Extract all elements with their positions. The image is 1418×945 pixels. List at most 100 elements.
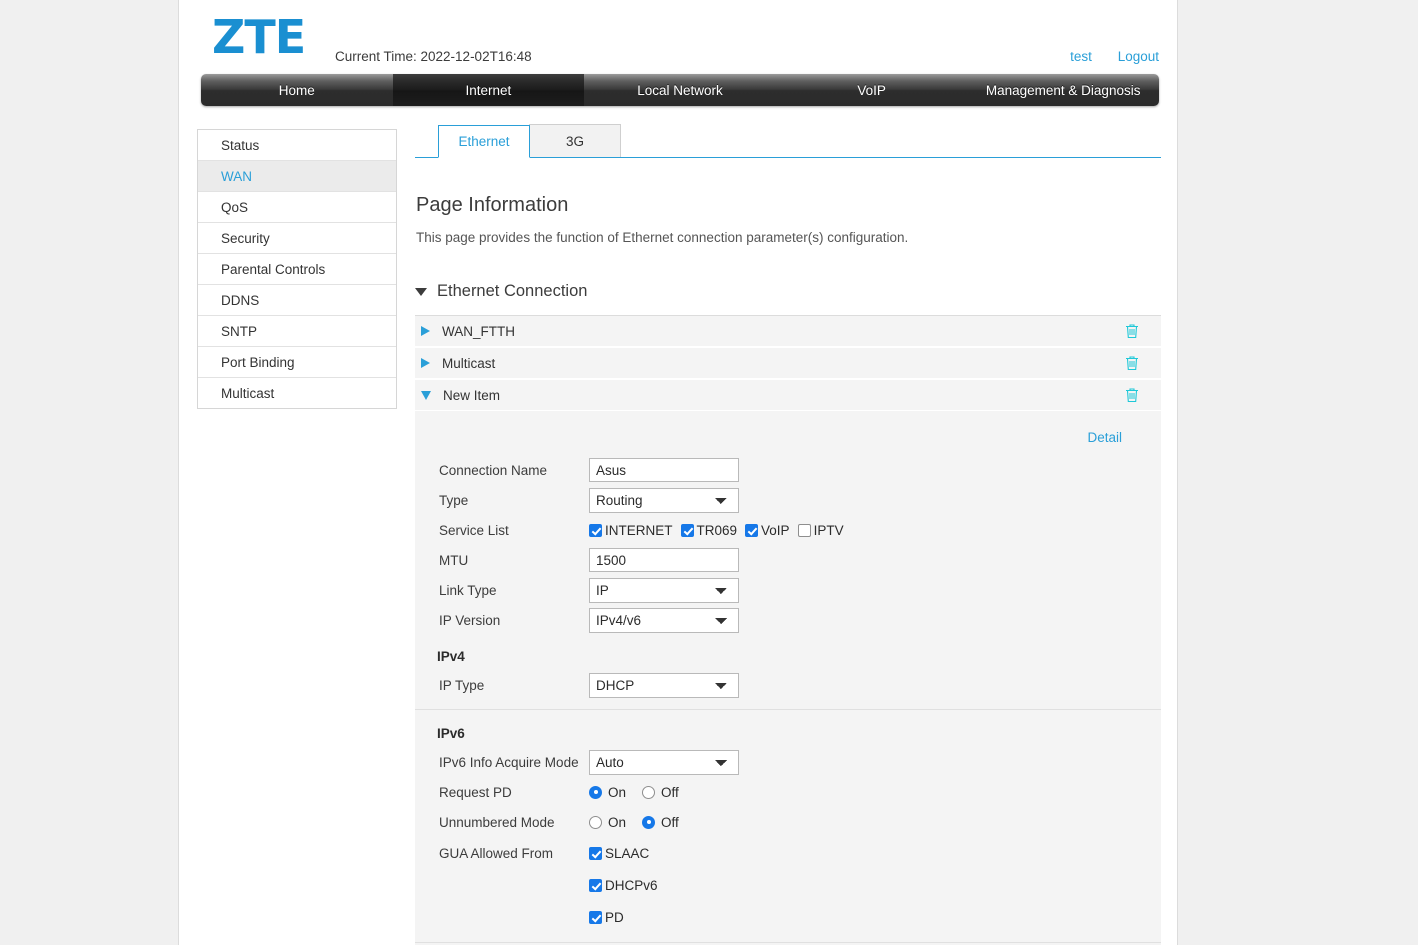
- content-area: Status WAN QoS Security Parental Control…: [179, 120, 1177, 945]
- section-divider-bottom: [415, 942, 1161, 943]
- ethernet-connection-section-header[interactable]: Ethernet Connection: [415, 282, 1161, 301]
- checkbox-box: [589, 910, 602, 924]
- sidebar-item-wan[interactable]: WAN: [198, 161, 396, 192]
- section-title: Ethernet Connection: [437, 282, 588, 300]
- ip-version-select[interactable]: IPv4/v6: [589, 607, 739, 633]
- link-type-label: Link Type: [439, 582, 497, 598]
- detail-link-row: Detail: [415, 419, 1161, 455]
- sidebar-item-qos[interactable]: QoS: [198, 192, 396, 223]
- ip-version-label: IP Version: [439, 612, 501, 628]
- service-checkbox-internet[interactable]: INTERNET: [589, 523, 673, 538]
- service-checkbox-tr069[interactable]: TR069: [680, 523, 737, 538]
- tab-3g[interactable]: 3G: [529, 124, 621, 157]
- trash-icon[interactable]: [1123, 322, 1141, 340]
- field-gua-allowed-from: GUA Allowed From SLAAC: [415, 837, 1161, 869]
- triangle-down-icon[interactable]: [421, 390, 431, 400]
- nav-item-voip[interactable]: VoIP: [776, 74, 968, 106]
- checkbox-box: [745, 523, 759, 537]
- sidebar-item-security[interactable]: Security: [198, 223, 396, 254]
- connection-list: WAN_FTTH Multicast New Item Detail Conne…: [415, 315, 1161, 945]
- trash-icon[interactable]: [1123, 354, 1141, 372]
- service-checkbox-voip[interactable]: VoIP: [745, 523, 790, 538]
- sidebar-item-ddns[interactable]: DDNS: [198, 285, 396, 316]
- service-checkbox-iptv[interactable]: IPTV: [797, 522, 844, 538]
- gua-checkbox-slaac[interactable]: SLAAC: [589, 846, 649, 861]
- user-link[interactable]: test: [1070, 49, 1092, 64]
- radio-dot: [589, 785, 602, 799]
- triangle-right-icon[interactable]: [421, 358, 430, 368]
- group-title-ipv4: IPv4: [437, 648, 465, 664]
- nav-item-management-diagnosis[interactable]: Management & Diagnosis: [967, 74, 1159, 106]
- field-mtu: MTU: [415, 545, 1161, 575]
- radio-dot: [642, 785, 656, 799]
- sidebar-item-sntp[interactable]: SNTP: [198, 316, 396, 347]
- page-information: Page Information This page provides the …: [415, 194, 1161, 245]
- logout-link[interactable]: Logout: [1118, 49, 1159, 64]
- connection-row-wan-ftth[interactable]: WAN_FTTH: [415, 316, 1161, 347]
- connection-name-label: Connection Name: [439, 462, 548, 478]
- mtu-input[interactable]: [589, 548, 739, 572]
- radio-label: On: [608, 814, 627, 830]
- unnumbered-mode-radio-on[interactable]: On: [589, 815, 626, 830]
- main-panel: Ethernet 3G Page Information This page p…: [415, 120, 1161, 945]
- ipv6-acquire-mode-select[interactable]: Auto: [589, 749, 739, 775]
- detail-link[interactable]: Detail: [1087, 430, 1122, 445]
- account-links: test Logout: [1048, 49, 1159, 64]
- sidebar-item-multicast[interactable]: Multicast: [198, 378, 396, 409]
- sidebar-item-port-binding[interactable]: Port Binding: [198, 347, 396, 378]
- caret-down-icon: [415, 287, 427, 296]
- field-connection-name: Connection Name: [415, 455, 1161, 485]
- tab-ethernet[interactable]: Ethernet: [438, 125, 530, 158]
- service-label: IPTV: [813, 522, 844, 538]
- checkbox-box: [589, 846, 602, 860]
- gua-allowed-from-label: GUA Allowed From: [439, 845, 554, 861]
- group-title-ipv6: IPv6: [437, 725, 465, 741]
- checkbox-box: [797, 523, 811, 537]
- connection-name-input[interactable]: [589, 458, 739, 482]
- connection-row-multicast[interactable]: Multicast: [415, 348, 1161, 379]
- request-pd-radio-on[interactable]: On: [589, 785, 626, 800]
- connection-name: New Item: [443, 387, 501, 403]
- request-pd-label: Request PD: [439, 784, 512, 800]
- sidebar-item-parental-controls[interactable]: Parental Controls: [198, 254, 396, 285]
- radio-dot: [642, 815, 656, 829]
- checkbox-box: [680, 523, 694, 537]
- nav-item-internet[interactable]: Internet: [392, 74, 585, 106]
- page-header: ZTE Current Time: 2022-12-02T16:48 test …: [179, 0, 1177, 75]
- request-pd-radio-off[interactable]: Off: [642, 785, 679, 800]
- radio-dot: [589, 815, 602, 829]
- page-description: This page provides the function of Ether…: [416, 230, 909, 245]
- trash-icon[interactable]: [1123, 386, 1141, 404]
- type-select[interactable]: Routing: [589, 487, 739, 513]
- field-service-list: Service List INTERNET TR069 VoIP IPTV: [415, 515, 1161, 545]
- connection-name: WAN_FTTH: [442, 323, 515, 339]
- gua-checkbox-dhcpv6[interactable]: DHCPv6: [589, 878, 658, 893]
- zte-logo: ZTE: [212, 10, 306, 64]
- gua-checkbox-pd[interactable]: PD: [589, 910, 624, 925]
- connection-detail-form: Detail Connection Name Type Routing: [415, 411, 1161, 945]
- service-list-label: Service List: [439, 522, 509, 538]
- radio-label: Off: [661, 784, 679, 800]
- nav-item-home[interactable]: Home: [201, 74, 393, 106]
- type-label: Type: [439, 492, 469, 508]
- connection-row-new-item[interactable]: New Item: [415, 380, 1161, 411]
- field-gua-pd: PD: [415, 901, 1161, 933]
- gua-label: SLAAC: [605, 845, 650, 861]
- field-gua-dhcpv6: DHCPv6: [415, 869, 1161, 901]
- field-type: Type Routing: [415, 485, 1161, 515]
- connection-name: Multicast: [442, 355, 496, 371]
- ip-type-select[interactable]: DHCP: [589, 672, 739, 698]
- field-unnumbered-mode: Unnumbered Mode On Off: [415, 807, 1161, 837]
- field-ipv6-acquire-mode: IPv6 Info Acquire Mode Auto: [415, 747, 1161, 777]
- ipv6-acquire-mode-label: IPv6 Info Acquire Mode: [439, 754, 579, 770]
- sidebar-item-status[interactable]: Status: [198, 130, 396, 161]
- field-ip-type: IP Type DHCP: [415, 670, 1161, 700]
- field-ip-version: IP Version IPv4/v6: [415, 605, 1161, 635]
- triangle-right-icon[interactable]: [421, 326, 430, 336]
- link-type-select[interactable]: IP: [589, 577, 739, 603]
- page-title: Page Information: [416, 194, 569, 216]
- nav-item-local-network[interactable]: Local Network: [584, 74, 776, 106]
- unnumbered-mode-radio-off[interactable]: Off: [642, 815, 679, 830]
- field-request-pd: Request PD On Off: [415, 777, 1161, 807]
- checkbox-box: [589, 878, 602, 892]
